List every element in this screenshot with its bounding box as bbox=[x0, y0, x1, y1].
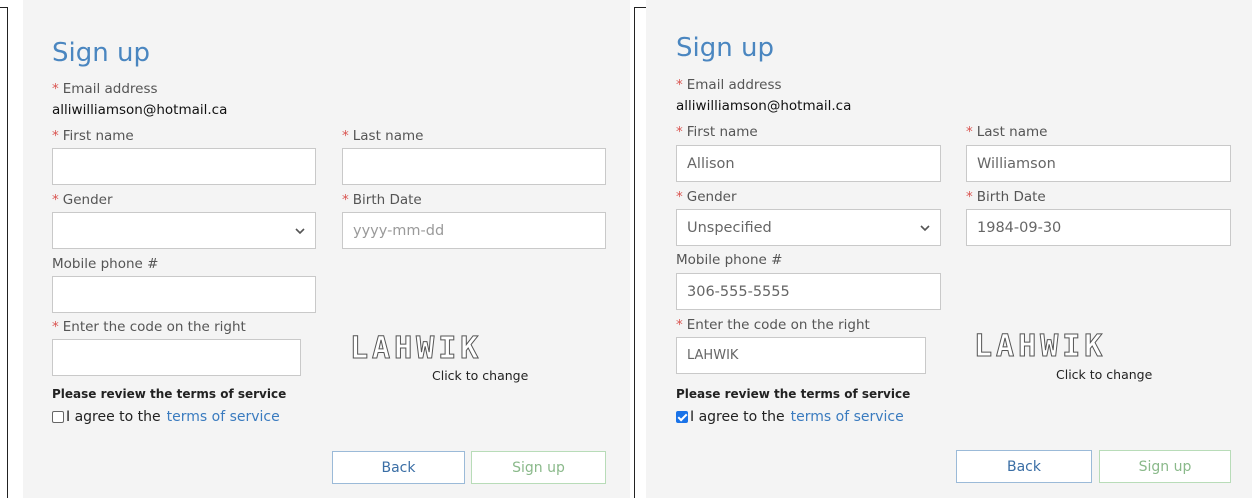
left-border-line bbox=[7, 8, 8, 498]
gender-label: * Gender bbox=[52, 192, 113, 208]
captcha-code-input[interactable] bbox=[52, 339, 301, 376]
middle-divider-line bbox=[634, 8, 635, 498]
agree-terms-row: I agree to the terms of service bbox=[52, 409, 280, 425]
signup-button[interactable]: Sign up bbox=[1099, 450, 1231, 483]
mobile-label: Mobile phone # bbox=[52, 256, 159, 272]
captcha-code-label: * Enter the code on the right bbox=[52, 319, 246, 335]
signup-form-empty: Sign up * Email address alliwilliamson@ho… bbox=[23, 0, 630, 498]
required-asterisk: * bbox=[52, 192, 59, 208]
email-value: alliwilliamson@hotmail.ca bbox=[52, 102, 228, 118]
captcha-code-input[interactable]: LAHWIK bbox=[676, 337, 926, 374]
terms-heading: Please review the terms of service bbox=[676, 387, 911, 401]
gender-label: * Gender bbox=[676, 189, 737, 205]
middle-top-line bbox=[634, 7, 646, 8]
first-name-label: * First name bbox=[676, 124, 758, 140]
birth-date-label: * Birth Date bbox=[966, 189, 1046, 205]
required-asterisk: * bbox=[342, 192, 349, 208]
required-asterisk: * bbox=[342, 128, 349, 144]
terms-heading: Please review the terms of service bbox=[52, 387, 287, 401]
required-asterisk: * bbox=[966, 189, 973, 205]
chevron-down-icon bbox=[295, 227, 305, 234]
last-name-input[interactable]: Williamson bbox=[966, 145, 1231, 182]
first-name-input[interactable]: Allison bbox=[676, 145, 941, 182]
required-asterisk: * bbox=[52, 128, 59, 144]
required-asterisk: * bbox=[52, 81, 59, 97]
birth-date-input[interactable]: 1984-09-30 bbox=[966, 209, 1231, 246]
required-asterisk: * bbox=[676, 124, 683, 140]
last-name-label: * Last name bbox=[342, 128, 424, 144]
captcha-image[interactable]: LAHWIK bbox=[973, 329, 1106, 364]
page-title: Sign up bbox=[52, 38, 150, 68]
captcha-change-link[interactable]: Click to change bbox=[1056, 367, 1152, 382]
gender-select[interactable]: Unspecified bbox=[676, 209, 941, 246]
required-asterisk: * bbox=[676, 77, 683, 93]
agree-terms-row: I agree to the terms of service bbox=[676, 409, 904, 425]
required-asterisk: * bbox=[966, 124, 973, 140]
mobile-phone-input[interactable] bbox=[52, 276, 316, 313]
signup-button[interactable]: Sign up bbox=[471, 451, 606, 484]
terms-of-service-link[interactable]: terms of service bbox=[167, 409, 280, 425]
mobile-phone-input[interactable]: 306-555-5555 bbox=[676, 273, 941, 310]
birth-date-input[interactable]: yyyy-mm-dd bbox=[342, 212, 606, 249]
agree-text: I agree to the bbox=[690, 409, 785, 425]
first-name-label: * First name bbox=[52, 128, 134, 144]
agree-terms-checkbox[interactable] bbox=[52, 411, 64, 423]
required-asterisk: * bbox=[52, 319, 59, 335]
last-name-input[interactable] bbox=[342, 148, 606, 185]
email-label: * Email address bbox=[676, 77, 782, 93]
birth-date-label: * Birth Date bbox=[342, 192, 422, 208]
agree-text: I agree to the bbox=[66, 409, 161, 425]
terms-of-service-link[interactable]: terms of service bbox=[791, 409, 904, 425]
required-asterisk: * bbox=[676, 189, 683, 205]
signup-form-filled: Sign up * Email address alliwilliamson@ho… bbox=[646, 0, 1252, 498]
gender-select[interactable] bbox=[52, 212, 316, 249]
back-button[interactable]: Back bbox=[956, 450, 1092, 483]
back-button[interactable]: Back bbox=[332, 451, 465, 484]
agree-terms-checkbox[interactable] bbox=[676, 411, 688, 423]
email-label: * Email address bbox=[52, 81, 158, 97]
chevron-down-icon bbox=[920, 224, 930, 231]
mobile-label: Mobile phone # bbox=[676, 252, 783, 268]
last-name-label: * Last name bbox=[966, 124, 1048, 140]
captcha-code-label: * Enter the code on the right bbox=[676, 317, 870, 333]
page-title: Sign up bbox=[676, 33, 774, 63]
email-value: alliwilliamson@hotmail.ca bbox=[676, 98, 852, 114]
first-name-input[interactable] bbox=[52, 148, 316, 185]
captcha-image[interactable]: LAHWIK bbox=[349, 331, 482, 366]
captcha-change-link[interactable]: Click to change bbox=[432, 368, 528, 383]
required-asterisk: * bbox=[676, 317, 683, 333]
